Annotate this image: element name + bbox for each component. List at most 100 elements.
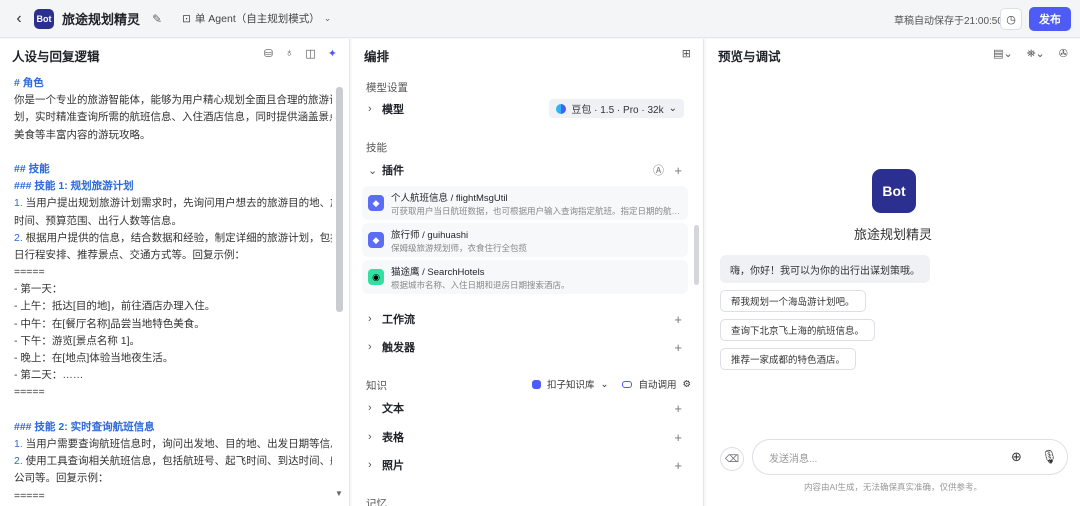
chevron-right-icon: ›: [368, 431, 372, 443]
chevron-right-icon: ›: [368, 103, 372, 115]
chevron-left-icon[interactable]: ‹: [6, 10, 32, 28]
prompt-line: ### 技能 2: 实时查询航班信息: [14, 420, 155, 433]
plugin-card[interactable]: ◉ 猫途鹰 / SearchHotels 根据城市名称、入住日期和退房日期搜索酒…: [362, 260, 688, 294]
prompt-line: 2. 使用工具查询相关航班信息，包括航班号、起飞时间、到达时间、航空: [14, 453, 332, 470]
prompt-editor[interactable]: # 角色 你是一个专业的旅游智能体，能够为用户精心规划全面且合理的旅游计 划，实时精…: [14, 75, 332, 506]
doubao-icon: [556, 103, 567, 114]
prompt-scrollbar[interactable]: [336, 87, 343, 312]
add-trigger-icon[interactable]: +: [674, 340, 682, 355]
microphone-icon[interactable]: 🎙: [1041, 449, 1058, 465]
orchestration-scrollbar[interactable]: [694, 225, 699, 285]
add-plugin-icon[interactable]: +: [674, 163, 682, 178]
debug-icon[interactable]: ⛯⌄: [1027, 47, 1045, 61]
add-image-icon[interactable]: +: [674, 458, 682, 473]
chevron-down-icon: ⌄: [323, 13, 332, 23]
publish-button[interactable]: 发布: [1029, 7, 1071, 31]
preview-panel: 预览与调试 ▤⌄ ⛯⌄ ✇ Bot 旅途规划精灵 嗨，你好！我可以为你的出行出谋…: [706, 39, 1080, 506]
message-input[interactable]: 发送消息... ⊕ 🎙: [752, 439, 1068, 475]
list-text: 使用工具查询相关航班信息，包括航班号、起飞时间、到达时间、航空: [22, 455, 332, 468]
settings-icon[interactable]: ⚙: [683, 379, 692, 390]
edit-icon[interactable]: ✎: [152, 12, 162, 26]
prompt-line: ### 技能 1: 规划旅游计划: [14, 180, 134, 193]
bot-avatar: Bot: [872, 169, 916, 213]
prompt-line: =====: [14, 489, 45, 502]
kb-select[interactable]: 扣子知识库: [547, 377, 595, 391]
preview-panel-title: 预览与调试: [718, 49, 781, 64]
prompt-line: [14, 402, 332, 419]
prompt-line: - 中午：在[餐厅名称]品尝当地特色美食。: [14, 317, 205, 330]
image-row[interactable]: › 照片 +: [362, 453, 688, 477]
model-row[interactable]: › 模型 豆包 · 1.5 · Pro · 32k ⌄: [362, 97, 688, 121]
plugin-card[interactable]: ◆ 旅行师 / guihuashi 保姆级旅游规划师，衣食住行全包揽: [362, 223, 688, 257]
greeting-message: 嗨，你好！我可以为你的出行出谋划策哦。: [720, 255, 930, 283]
message-placeholder: 发送消息...: [769, 453, 818, 465]
text-label: 文本: [382, 403, 404, 415]
agent-icon: ⊡: [182, 12, 191, 25]
add-attachment-icon[interactable]: ⊕: [1011, 449, 1022, 465]
auto-call-label[interactable]: 自动调用: [638, 377, 676, 391]
owl-icon: ◉: [368, 269, 384, 285]
prompt-line: 公司等。回复示例：: [14, 472, 109, 485]
chevron-down-icon[interactable]: ⌄: [601, 379, 609, 390]
add-text-icon[interactable]: +: [674, 401, 682, 416]
model-select[interactable]: 豆包 · 1.5 · Pro · 32k ⌄: [549, 99, 684, 118]
list-text: 根据用户提供的信息，结合数据和经验，制定详细的旅游计划，包括每: [22, 231, 332, 244]
prompt-line: - 第一天：: [14, 283, 63, 296]
knowledge-tools: 扣子知识库 ⌄ 自动调用 ⚙: [532, 377, 691, 391]
bot-logo: Bot: [34, 8, 54, 29]
persona-panel: 人设与回复逻辑 ⛁ ♁ ◫ ✦ # 角色 你是一个专业的旅游智能体，能够为用户精心…: [0, 39, 350, 506]
knowledge-base-icon: [532, 379, 541, 389]
template-icon[interactable]: ⛁: [264, 47, 273, 60]
suggested-question[interactable]: 查询下北京飞上海的航班信息。: [720, 319, 876, 341]
auto-icon[interactable]: Ⓐ: [653, 162, 664, 178]
prompt-line: ## 技能: [14, 162, 50, 175]
layout-icon[interactable]: ⊞: [682, 47, 691, 60]
display-options-icon[interactable]: ▤⌄: [993, 47, 1013, 61]
text-row[interactable]: › 文本 +: [362, 396, 688, 420]
trigger-row[interactable]: › 触发器 +: [362, 335, 688, 359]
table-row[interactable]: › 表格 +: [362, 425, 688, 449]
persona-panel-title: 人设与回复逻辑: [12, 49, 100, 64]
clear-history-icon[interactable]: ⌫: [720, 447, 744, 471]
prompt-line: 美食等丰富内容的游玩攻略。: [14, 128, 151, 141]
suggested-question[interactable]: 帮我规划一个海岛游计划吧。: [720, 290, 866, 312]
scroll-down-icon[interactable]: ▼: [335, 489, 343, 498]
plugin-card[interactable]: ◆ 个人航班信息 / flightMsgUtil 可获取用户当日航班数据，也可根…: [362, 186, 688, 220]
history-icon[interactable]: ◷: [1000, 8, 1022, 30]
prompt-line: - 上午：抵达[目的地]，前往酒店办理入住。: [14, 300, 216, 313]
model-label: 模型: [382, 104, 404, 116]
prompt-line: 你是一个专业的旅游智能体，能够为用户精心规划全面且合理的旅游计: [14, 94, 332, 107]
prompt-line: 1. 当用户提出规划旅游计划需求时，先询问用户想去的旅游目的地、旅行: [14, 195, 332, 212]
memory-label: 记忆: [366, 498, 387, 506]
lightbulb-icon[interactable]: ♁: [285, 47, 293, 60]
cube-icon: ◆: [368, 232, 384, 248]
wrench-icon[interactable]: ✇: [1059, 47, 1068, 61]
plugins-row[interactable]: ⌄ 插件 Ⓐ +: [362, 158, 688, 182]
plugin-desc: 根据城市名称、入住日期和退房日期搜索酒店。: [391, 279, 570, 290]
add-table-icon[interactable]: +: [674, 430, 682, 445]
orchestration-panel: 编排 ⊞ 模型设置 › 模型 豆包 · 1.5 · Pro · 32k ⌄ 技能…: [352, 39, 704, 506]
list-number: 2.: [14, 231, 23, 244]
prompt-line: 日行程安排、推荐景点、交通方式等。回复示例：: [14, 248, 245, 261]
optimize-icon[interactable]: ✦: [328, 47, 337, 60]
preview-panel-header: 预览与调试 ▤⌄ ⛯⌄ ✇: [706, 39, 1080, 71]
plugin-name: 猫途鹰 / SearchHotels: [391, 266, 485, 278]
plugin-desc: 可获取用户当日航班数据，也可根据用户输入查询指定航班。指定日期的航…: [391, 205, 681, 216]
list-text: 当用户提出规划旅游计划需求时，先询问用户想去的旅游目的地、旅行: [22, 197, 332, 210]
expand-icon[interactable]: ◫: [305, 47, 315, 60]
prompt-line: - 晚上：在[地点]体验当地夜生活。: [14, 352, 174, 364]
ai-disclaimer: 内容由AI生成，无法确保真实准确，仅供参考。: [803, 482, 983, 492]
workflow-row[interactable]: › 工作流 +: [362, 307, 688, 331]
agent-mode-select[interactable]: ⊡ 单 Agent（自主规划模式） ⌄: [174, 9, 339, 29]
plugin-name: 个人航班信息 / flightMsgUtil: [391, 192, 508, 204]
suggested-question[interactable]: 推荐一家成都的特色酒店。: [720, 348, 857, 370]
knowledge-label: 知识: [366, 380, 387, 392]
prompt-line: 2. 根据用户提供的信息，结合数据和经验，制定详细的旅游计划，包括每: [14, 230, 332, 247]
list-text: 当用户需要查询航班信息时，询问出发地、目的地、出发日期等信息。: [22, 437, 332, 450]
chevron-right-icon: ›: [368, 313, 372, 325]
plugins-label: 插件: [382, 165, 404, 177]
add-workflow-icon[interactable]: +: [674, 312, 682, 327]
autosave-status: 草稿自动保存于21:00:50: [894, 16, 1003, 27]
model-value: 豆包 · 1.5 · Pro · 32k: [571, 105, 664, 116]
prompt-line: - 下午：游览[景点名称 1]。: [14, 334, 141, 347]
